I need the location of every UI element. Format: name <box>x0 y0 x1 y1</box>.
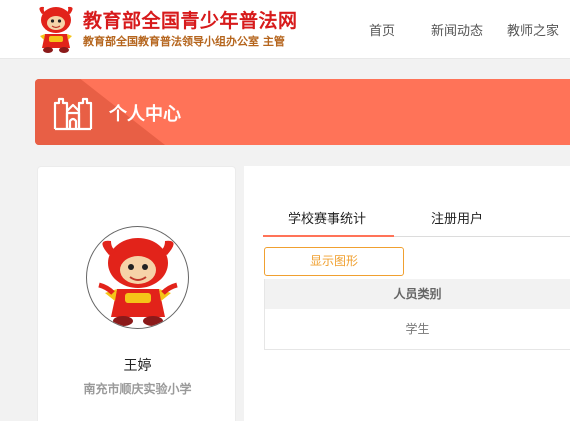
user-school: 南充市顺庆实验小学 <box>83 382 192 396</box>
profile-card: 王婷 南充市顺庆实验小学 <box>37 166 236 421</box>
page-banner: 个人中心 <box>35 79 570 145</box>
nav-home[interactable]: 首页 <box>369 20 395 39</box>
nav-news[interactable]: 新闻动态 <box>431 20 483 39</box>
avatar <box>86 226 189 329</box>
tab-school-competition-stats[interactable]: 学校赛事统计 <box>288 208 366 227</box>
tab-registered-users[interactable]: 注册用户 <box>431 208 483 227</box>
table-row: 学生 <box>265 309 570 350</box>
mascot-logo-icon[interactable] <box>34 4 78 54</box>
stats-table: 人员类别 学生 <box>264 279 570 350</box>
page-title: 个人中心 <box>109 104 181 125</box>
mascot-avatar-icon <box>98 238 178 326</box>
site-title[interactable]: 教育部全国青少年普法网 <box>83 6 298 33</box>
site-header: 教育部全国青少年普法网 教育部全国教育普法领导小组办公室 主管 首页 新闻动态 … <box>0 0 570 59</box>
table-header-category: 人员类别 <box>265 279 570 309</box>
nav-teacher-home[interactable]: 教师之家 <box>507 20 559 39</box>
active-tab-indicator <box>263 235 394 237</box>
user-name: 王婷 <box>123 358 152 374</box>
site-subtitle: 教育部全国教育普法领导小组办公室 主管 <box>83 35 285 48</box>
content-panel: 学校赛事统计 注册用户 显示图形 人员类别 学生 <box>244 166 570 421</box>
castle-icon <box>53 97 93 131</box>
show-chart-button[interactable]: 显示图形 <box>264 247 404 276</box>
